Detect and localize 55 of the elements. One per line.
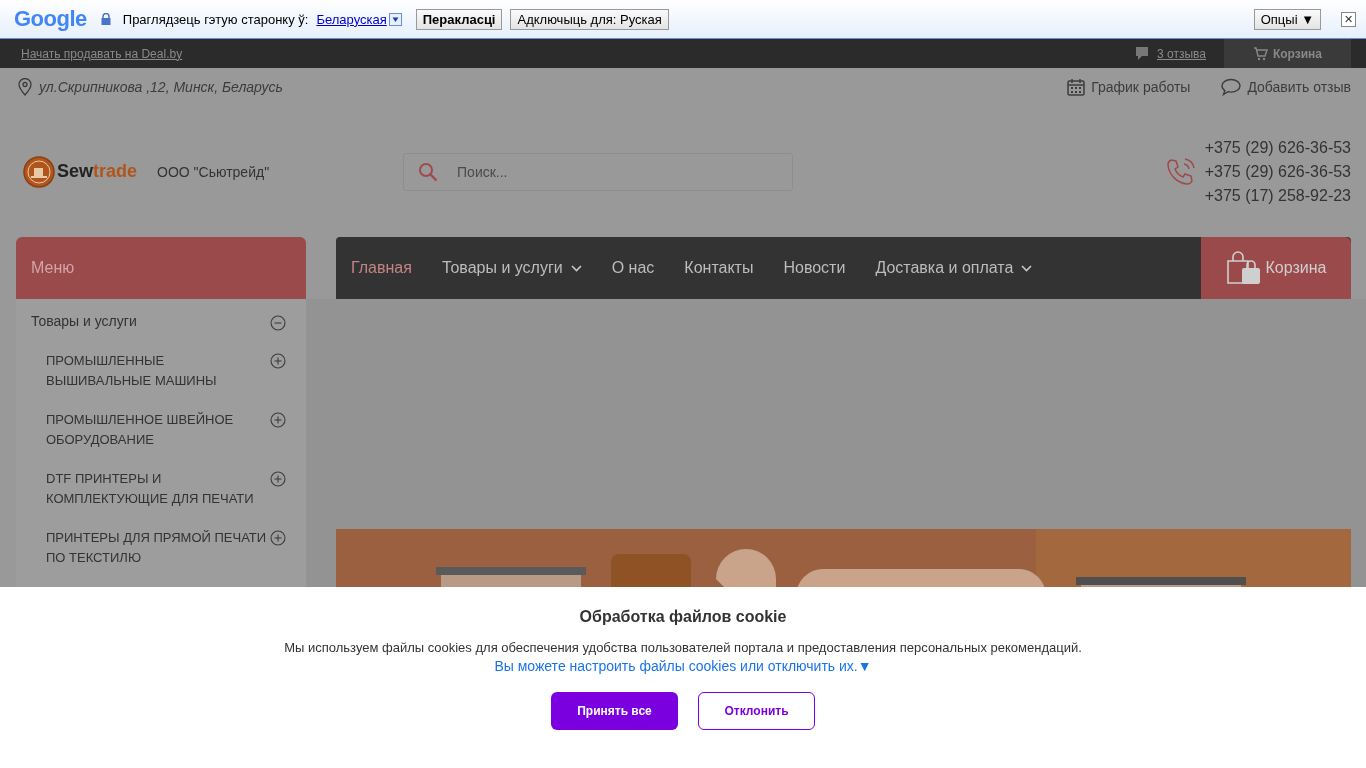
collapse-icon[interactable]	[270, 315, 286, 331]
options-button[interactable]: Опцыі ▼	[1253, 8, 1321, 30]
menu-header[interactable]: Меню	[16, 237, 306, 299]
nav-item[interactable]: Доставка и оплата	[875, 237, 1033, 299]
map-pin-icon	[18, 78, 32, 96]
reviews-link[interactable]: 3 отзыва	[1157, 46, 1206, 61]
nav-item[interactable]: Товары и услуги	[441, 237, 582, 299]
sidebar-item[interactable]: Товары и услуги	[31, 313, 137, 329]
language-link[interactable]: Беларуская	[316, 11, 387, 27]
chevron-down-icon	[1021, 264, 1033, 272]
logo-text: Sewtrade	[57, 161, 138, 182]
search-icon	[418, 161, 439, 182]
sidebar-item[interactable]: ПРОМЫШЛЕННЫЕ ВЫШИВАЛЬНЫЕ МАШИНЫ	[46, 351, 270, 391]
company-name: ООО "Сьютрейд"	[157, 163, 271, 180]
disable-button[interactable]: Адключыць для: Руская	[510, 8, 669, 30]
translate-button[interactable]: Перакласці	[415, 8, 503, 30]
cookie-settings-link[interactable]: Вы можете настроить файлы cookies или отключить их.▼	[494, 658, 872, 674]
cookie-text: Мы используем файлы cookies для обеспечения удобства пользователей портала и предоставления персональных рекомендаций.	[284, 640, 1082, 655]
sidebar-item[interactable]: ПРИНТЕРЫ ДЛЯ ПРЯМОЙ ПЕЧАТИ ПО ТЕКСТИЛЮ	[46, 528, 270, 568]
logo-icon	[23, 155, 55, 188]
nav-item[interactable]: Новости	[783, 237, 846, 299]
cart-icon	[1252, 46, 1268, 61]
expand-icon[interactable]	[270, 471, 286, 487]
expand-icon[interactable]	[270, 412, 286, 428]
add-review-link[interactable]: Добавить отзыв	[1221, 78, 1351, 96]
search-field[interactable]: Поиск...	[403, 152, 794, 191]
nav-item[interactable]: Контакты	[684, 237, 754, 299]
shopping-bags-icon	[1225, 251, 1262, 285]
dropdown-icon[interactable]	[388, 12, 402, 26]
decline-button[interactable]: Отклонить	[698, 692, 815, 730]
speech-bubble-icon	[1221, 78, 1242, 96]
schedule-link[interactable]: График работы	[1067, 78, 1191, 96]
expand-icon[interactable]	[270, 353, 286, 369]
google-logo: Google	[14, 6, 87, 32]
phone-icon	[1164, 155, 1197, 188]
comment-icon	[1135, 45, 1150, 62]
expand-icon[interactable]	[270, 530, 286, 546]
chevron-down-icon	[570, 264, 582, 272]
accept-button[interactable]: Принять все	[551, 692, 678, 730]
nav-item[interactable]: О нас	[611, 237, 655, 299]
sidebar-item[interactable]: ПРОМЫШЛЕННОЕ ШВЕЙНОЕ ОБОРУДОВАНИЕ	[46, 410, 270, 450]
phone-number: +375 (17) 258-92-23	[1204, 186, 1351, 205]
calendar-icon	[1067, 78, 1086, 96]
lock-icon	[100, 13, 111, 25]
translate-prompt: Праглядзець гэтую старонку ў:	[122, 11, 309, 27]
phone-number: +375 (29) 626-36-53	[1204, 162, 1351, 181]
cart-button[interactable]: Корзина	[1201, 237, 1351, 299]
phone-number: +375 (29) 626-36-53	[1204, 138, 1351, 157]
close-button[interactable]: ✕	[1341, 11, 1356, 27]
sidebar-item[interactable]: DTF ПРИНТЕРЫ И КОМПЛЕКТУЮЩИЕ ДЛЯ ПЕЧАТИ	[46, 469, 270, 509]
address-text: ул.Скрипникова ,12, Минск, Беларусь	[39, 79, 283, 95]
sell-link[interactable]: Начать продавать на Deal.by	[21, 46, 183, 61]
cookie-title: Обработка файлов cookie	[579, 608, 787, 626]
cart-button[interactable]: Корзина	[1224, 39, 1351, 68]
nav-item[interactable]: Главная	[351, 237, 412, 299]
